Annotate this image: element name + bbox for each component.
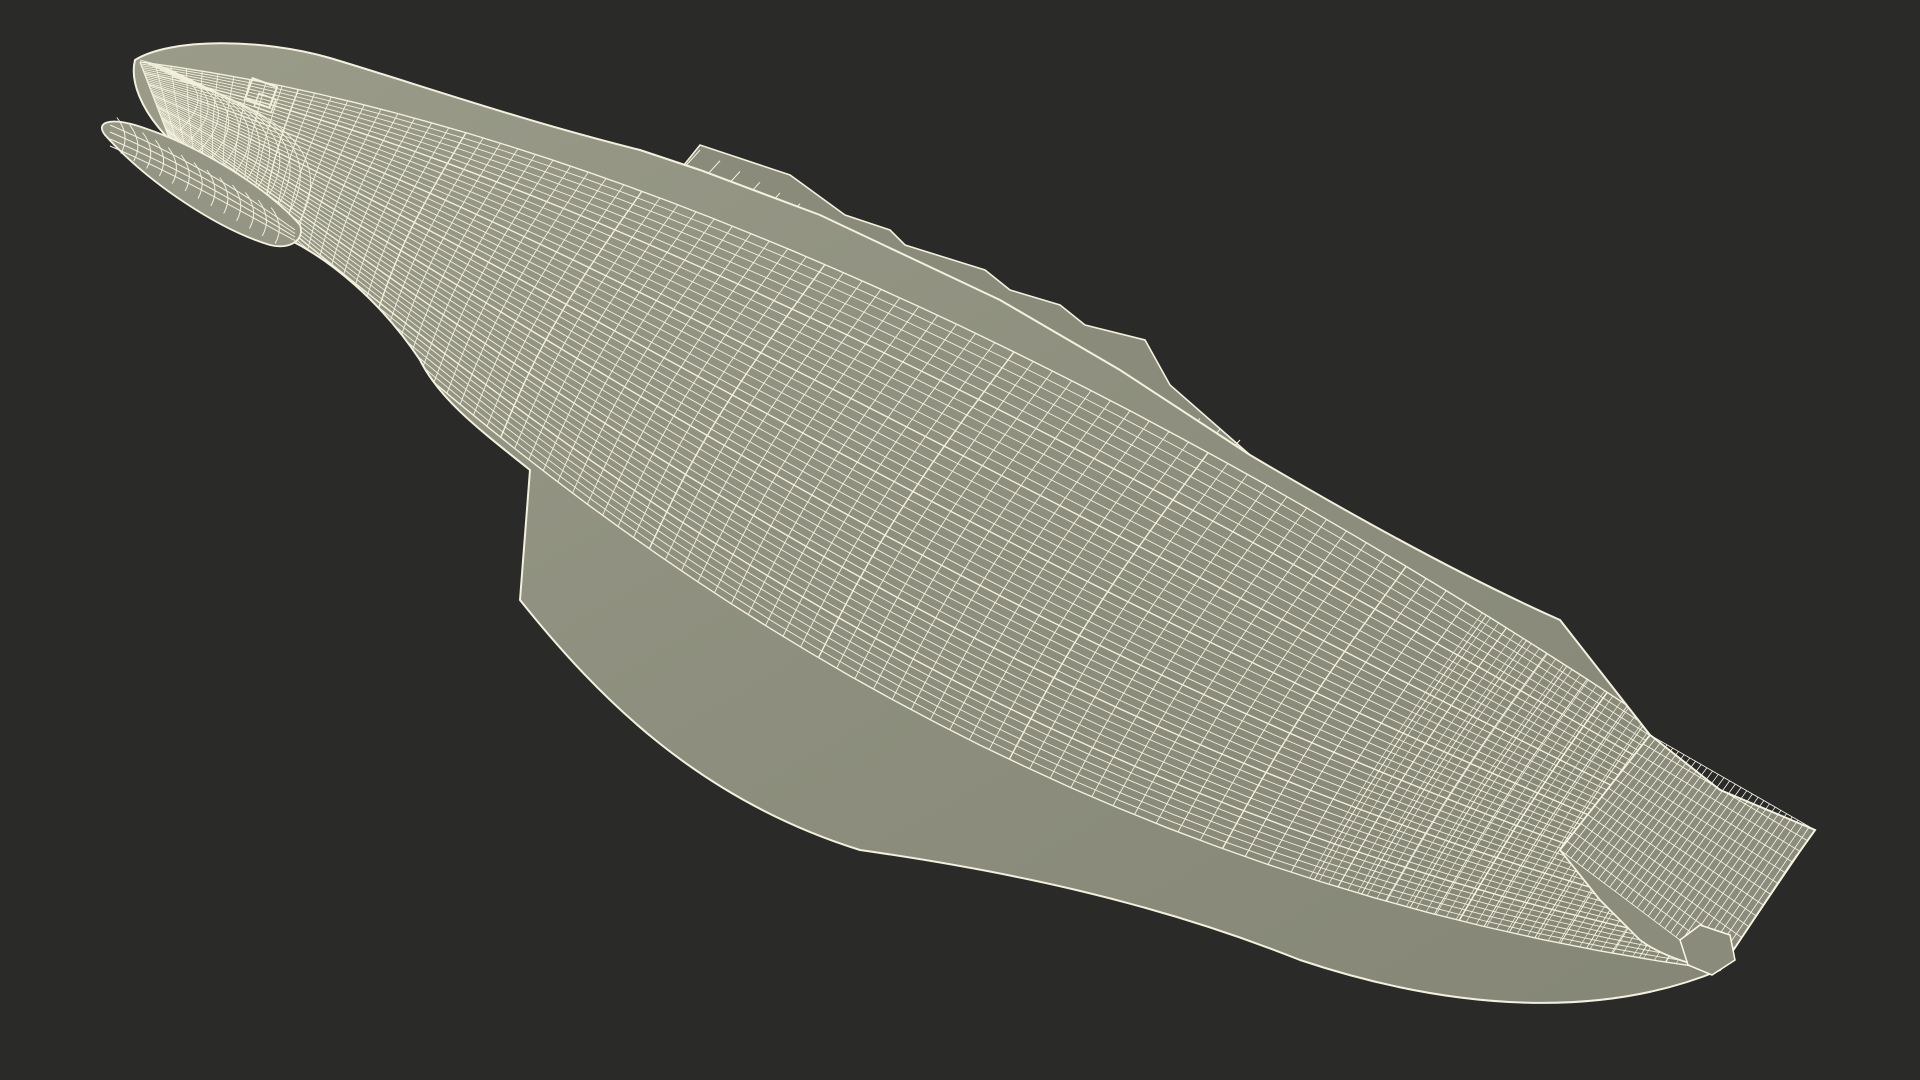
wireframe-render	[101, 42, 1817, 1004]
render-viewport	[0, 0, 1920, 1080]
hull	[132, 42, 1817, 1004]
